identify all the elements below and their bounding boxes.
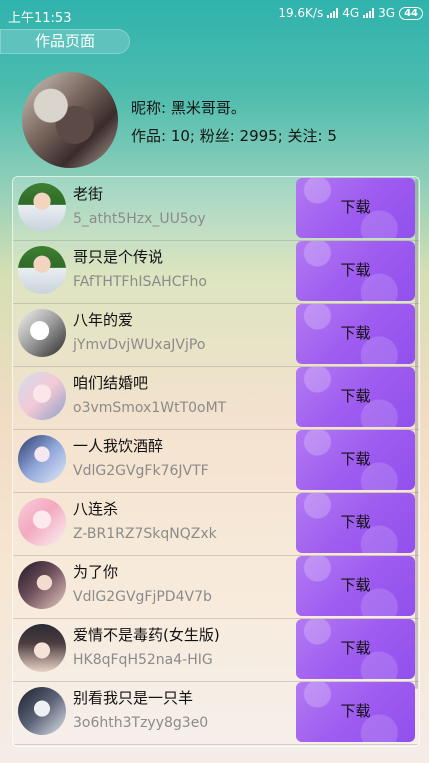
- profile-stats: 作品: 10; 粉丝: 2995; 关注: 5: [131, 127, 337, 145]
- item-title: 咱们结婚吧: [73, 374, 149, 392]
- item-avatar: [18, 561, 66, 609]
- list-item[interactable]: 老街 5_atht5Hzx_UU5oy 下载: [13, 177, 419, 241]
- profile-info: 昵称: 黑米哥哥。 作品: 10; 粉丝: 2995; 关注: 5: [131, 97, 337, 153]
- item-avatar: [18, 372, 66, 420]
- item-avatar: [18, 687, 66, 735]
- item-id: Z-BR1RZ7SkqNQZxk: [73, 526, 217, 542]
- item-title: 一人我饮酒醉: [73, 437, 164, 455]
- works-list[interactable]: 老街 5_atht5Hzx_UU5oy 下载 哥只是个传说 FAfTHTFhIS…: [12, 176, 420, 747]
- download-button[interactable]: 下载: [296, 493, 415, 553]
- item-avatar: [18, 498, 66, 546]
- item-id: o3vmSmox1WtT0oMT: [73, 400, 227, 416]
- item-id: FAfTHTFhISAHCFho: [73, 274, 207, 290]
- download-button[interactable]: 下载: [296, 178, 415, 238]
- signal-icon-2: [363, 8, 375, 18]
- signal-icon: [327, 8, 339, 18]
- status-time: 上午11:53: [8, 11, 72, 26]
- item-avatar: [18, 309, 66, 357]
- item-id: HK8qFqH52na4-HIG: [73, 652, 213, 668]
- item-avatar: [18, 183, 66, 231]
- item-title: 八连杀: [73, 500, 119, 518]
- list-scrollbar[interactable]: [415, 179, 418, 689]
- item-title: 别看我只是一只羊: [73, 689, 194, 707]
- item-title: 八年的爱: [73, 311, 134, 329]
- download-button[interactable]: 下载: [296, 241, 415, 301]
- item-avatar: [18, 246, 66, 294]
- list-item[interactable]: 八连杀 Z-BR1RZ7SkqNQZxk 下载: [13, 492, 419, 556]
- download-button[interactable]: 下载: [296, 619, 415, 679]
- item-id: 3o6hth3Tzyy8g3e0: [73, 715, 209, 731]
- item-title: 老街: [73, 185, 104, 203]
- item-id: VdlG2GVgFk76JVTF: [73, 463, 209, 479]
- item-id: jYmvDvjWUxaJVjPo: [73, 337, 206, 353]
- network-speed: 19.6K/s: [278, 6, 324, 20]
- item-avatar: [18, 624, 66, 672]
- item-id: 5_atht5Hzx_UU5oy: [73, 211, 206, 227]
- battery-icon: 44: [399, 6, 423, 20]
- download-button[interactable]: 下载: [296, 304, 415, 364]
- download-button[interactable]: 下载: [296, 556, 415, 616]
- list-item[interactable]: 为了你 VdlG2GVgFjPD4V7b 下载: [13, 555, 419, 619]
- list-item[interactable]: 爱情不是毒药(女生版) HK8qFqH52na4-HIG 下载: [13, 618, 419, 682]
- download-button[interactable]: 下载: [296, 430, 415, 490]
- download-button[interactable]: 下载: [296, 367, 415, 427]
- item-id: VdlG2GVgFjPD4V7b: [73, 589, 212, 605]
- network-type-1: 4G: [342, 6, 360, 20]
- item-title: 为了你: [73, 563, 119, 581]
- download-button[interactable]: 下载: [296, 682, 415, 742]
- item-avatar: [18, 435, 66, 483]
- item-title: 爱情不是毒药(女生版): [73, 626, 220, 644]
- profile-avatar[interactable]: [22, 72, 118, 168]
- status-indicators: 19.6K/s 4G 3G 44: [278, 6, 423, 20]
- profile-nickname: 昵称: 黑米哥哥。: [131, 99, 246, 117]
- page-title-tab: 作品页面: [0, 29, 130, 54]
- item-title: 哥只是个传说: [73, 248, 164, 266]
- list-item[interactable]: 八年的爱 jYmvDvjWUxaJVjPo 下载: [13, 303, 419, 367]
- list-item[interactable]: 别看我只是一只羊 3o6hth3Tzyy8g3e0 下载: [13, 681, 419, 745]
- status-bar: 上午11:53 19.6K/s 4G 3G 44: [0, 0, 429, 30]
- network-type-2: 3G: [378, 6, 396, 20]
- list-item[interactable]: 咱们结婚吧 o3vmSmox1WtT0oMT 下载: [13, 366, 419, 430]
- list-item[interactable]: 一人我饮酒醉 VdlG2GVgFk76JVTF 下载: [13, 429, 419, 493]
- list-item[interactable]: 哥只是个传说 FAfTHTFhISAHCFho 下载: [13, 240, 419, 304]
